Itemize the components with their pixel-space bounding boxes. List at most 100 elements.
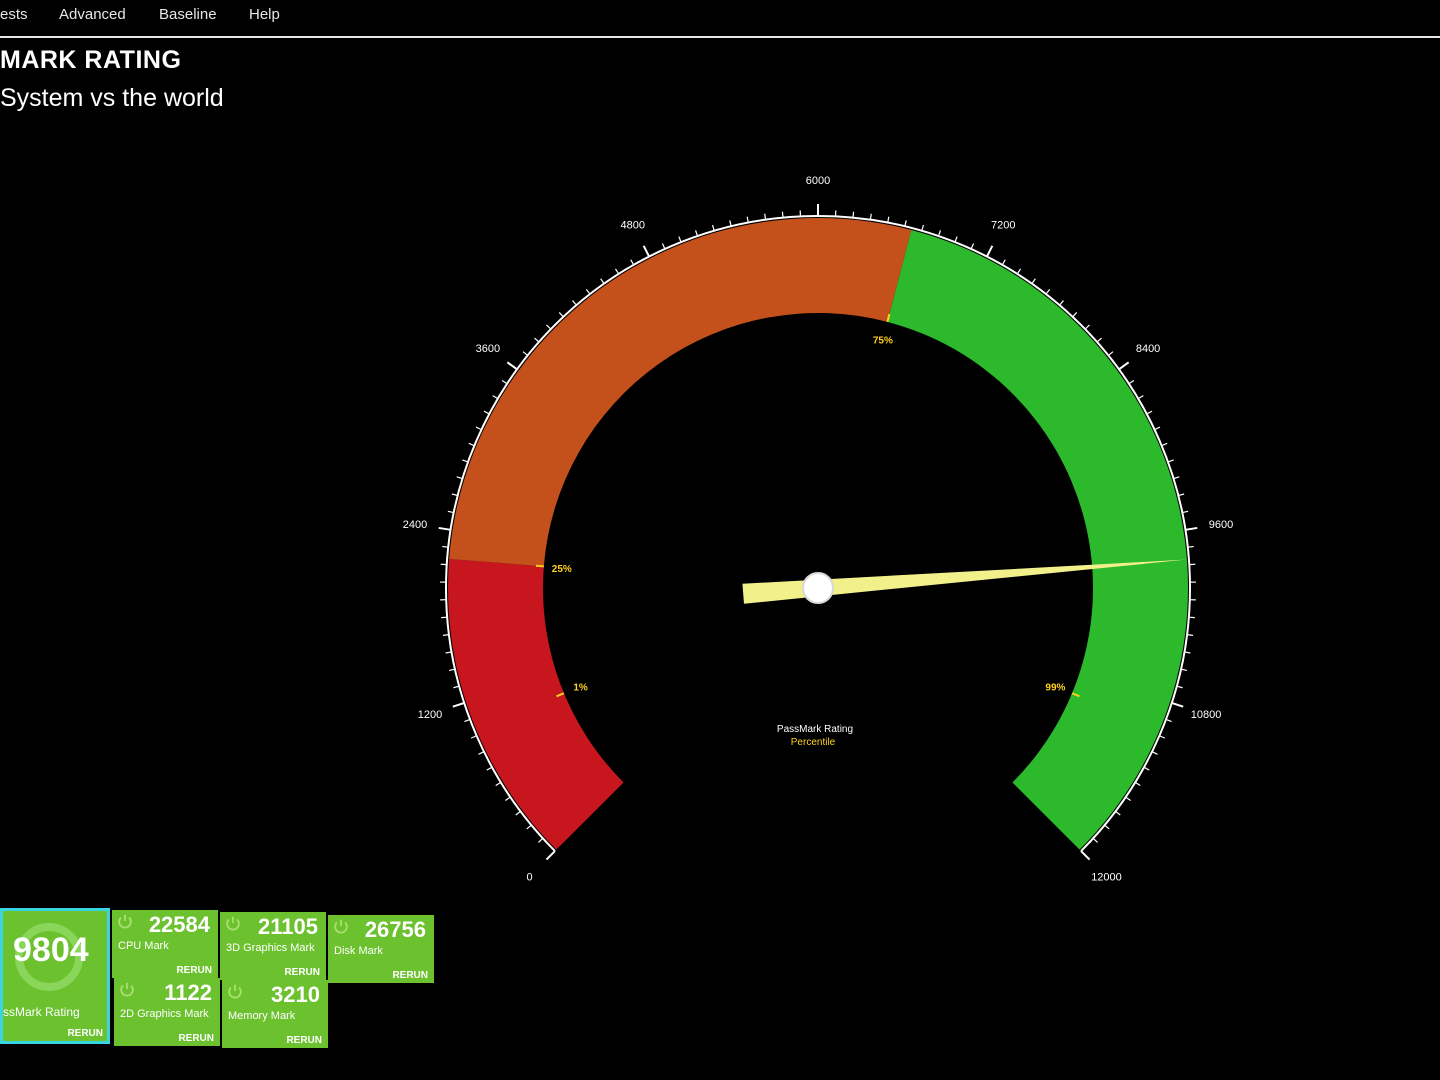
gauge-minor-tick [495, 781, 502, 787]
gauge-center-label: PassMark Rating [777, 724, 853, 735]
gauge-minor-tick [464, 718, 471, 723]
2d-graphics-mark-tile[interactable]: 1122 2D Graphics Mark RERUN [114, 978, 220, 1046]
gauge-minor-tick [1125, 796, 1131, 801]
gauge-band-0 [448, 558, 624, 850]
gauge-minor-tick [453, 685, 460, 689]
memory-mark-value: 3210 [271, 982, 320, 1007]
gauge-minor-tick [630, 259, 635, 266]
gauge-minor-tick [1176, 685, 1183, 689]
cpu-mark-label: CPU Mark [118, 940, 169, 952]
memory-mark-tile[interactable]: 3210 Memory Mark RERUN [222, 980, 328, 1048]
gauge-tick-label: 1200 [418, 709, 442, 721]
disk-mark-value: 26756 [364, 917, 426, 942]
rerun-button[interactable]: RERUN [176, 965, 212, 976]
gauge-minor-tick [764, 213, 767, 220]
3d-graphics-mark-value: 21105 [258, 914, 318, 939]
gauge-tick-label: 3600 [476, 343, 500, 355]
disk-mark-tile[interactable]: 26756 Disk Mark RERUN [328, 915, 434, 983]
percentile-marker-label: 99% [1045, 682, 1065, 693]
3d-graphics-mark-label: 3D Graphics Mark [226, 942, 315, 954]
gauge-minor-tick [1045, 288, 1051, 295]
gauge-tick-label: 2400 [403, 519, 427, 531]
gauge-minor-tick [954, 236, 958, 243]
rerun-button[interactable]: RERUN [284, 967, 320, 978]
gauge-minor-tick [1165, 718, 1172, 723]
gauge-minor-tick [921, 224, 925, 231]
gauge-major-tick [1080, 850, 1091, 861]
gauge-center-sublabel: Percentile [791, 737, 836, 748]
gauge-minor-tick [468, 442, 475, 447]
gauge-minor-tick [869, 213, 872, 220]
gauge-minor-tick [546, 324, 552, 330]
gauge-minor-tick [1059, 300, 1064, 306]
gauge-minor-tick [1178, 493, 1185, 497]
disk-mark-label: Disk Mark [334, 945, 383, 957]
gauge-minor-tick [600, 278, 605, 284]
gauge-minor-tick [614, 268, 620, 275]
gauge-minor-tick [526, 824, 532, 830]
gauge-minor-tick [1096, 337, 1102, 343]
gauge-minor-tick [970, 243, 975, 250]
gauge-minor-tick [522, 351, 529, 356]
gauge-minor-tick [1173, 476, 1180, 480]
gauge-tick-label: 10800 [1191, 709, 1222, 721]
rerun-button[interactable]: RERUN [286, 1035, 322, 1046]
gauge-minor-tick [1154, 426, 1161, 431]
gauge-major-tick [1185, 526, 1198, 531]
percentile-marker-label: 25% [552, 564, 572, 575]
cpu-mark-tile[interactable]: 22584 CPU Mark RERUN [112, 910, 218, 978]
power-icon [334, 919, 348, 934]
rerun-button[interactable]: RERUN [67, 1028, 103, 1039]
gauge-minor-tick [505, 796, 511, 801]
gauge-major-tick [985, 245, 994, 257]
gauge-minor-tick [1128, 379, 1135, 385]
gauge-minor-tick [1143, 766, 1150, 771]
gauge-minor-tick [442, 634, 450, 636]
gauge-minor-tick [483, 410, 490, 415]
gauge-minor-tick [1161, 442, 1168, 447]
gauge-minor-tick [1016, 268, 1022, 275]
gauge-minor-tick [729, 220, 732, 227]
passmark-rating-label: ssMark Rating [3, 1005, 80, 1019]
cpu-mark-value: 22584 [148, 912, 210, 937]
percentile-marker-label: 75% [873, 335, 893, 346]
gauge-minor-tick [1137, 395, 1144, 400]
gauge-minor-tick [661, 243, 666, 250]
gauge-minor-tick [678, 236, 682, 243]
gauge-minor-tick [1187, 545, 1194, 548]
gauge-minor-tick [1084, 324, 1090, 330]
gauge-tick-label: 4800 [621, 219, 645, 231]
gauge-band-2 [887, 229, 1189, 850]
gauge-minor-tick [1031, 278, 1036, 284]
gauge-minor-tick [478, 751, 485, 755]
gauge-minor-tick [451, 493, 458, 497]
gauge-minor-tick [904, 220, 907, 227]
gauge-major-tick [642, 245, 651, 257]
gauge-minor-tick [492, 395, 499, 400]
gauge-tick-label: 8400 [1136, 343, 1160, 355]
percentile-marker-label: 1% [573, 682, 588, 693]
gauge-tick-label: 12000 [1091, 871, 1122, 883]
gauge-tick-label: 0 [526, 871, 532, 883]
power-icon [120, 982, 134, 997]
gauge-minor-tick [694, 230, 699, 237]
gauge-minor-tick [442, 545, 449, 548]
gauge-minor-tick [852, 211, 855, 218]
gauge-minor-tick [1001, 259, 1006, 266]
rerun-button[interactable]: RERUN [392, 970, 428, 981]
gauge-minor-tick [538, 837, 544, 843]
gauge-minor-tick [486, 766, 493, 771]
gauge-minor-tick [1115, 810, 1121, 816]
gauge-major-tick [1171, 702, 1184, 708]
gauge-minor-tick [475, 426, 482, 431]
gauge-major-tick [438, 526, 451, 531]
rerun-button[interactable]: RERUN [178, 1033, 214, 1044]
power-icon [228, 984, 242, 999]
3d-graphics-mark-tile[interactable]: 21105 3D Graphics Mark RERUN [220, 912, 326, 980]
2d-graphics-mark-value: 1122 [164, 980, 212, 1005]
memory-mark-label: Memory Mark [228, 1010, 296, 1022]
gauge-minor-tick [1186, 634, 1194, 636]
passmark-rating-tile[interactable]: 9804 ssMark Rating RERUN [0, 908, 110, 1044]
gauge-minor-tick [1167, 459, 1174, 463]
gauge-minor-tick [1104, 824, 1110, 830]
